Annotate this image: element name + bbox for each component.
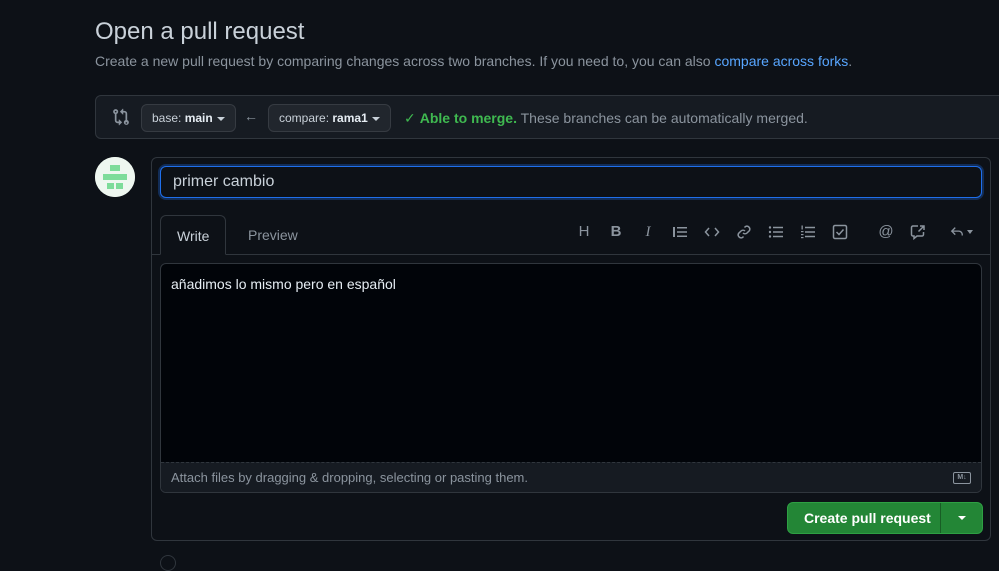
page-title: Open a pull request [95,18,305,45]
chevron-down-icon [371,116,380,121]
subtitle-text: Create a new pull request by comparing c… [95,53,715,69]
create-pull-request-label: Create pull request [804,510,931,526]
cross-reference-icon[interactable] [908,222,928,242]
chevron-down-icon [966,230,973,235]
compare-forks-link[interactable]: compare across forks [714,53,848,69]
code-icon[interactable] [702,222,722,242]
merge-ok-text: Able to merge. [419,110,517,126]
chevron-down-icon[interactable] [958,516,966,520]
timeline-icon [160,555,176,571]
reply-icon[interactable] [946,222,976,242]
italic-icon[interactable]: I [638,222,658,242]
compare-label: compare: [279,111,330,125]
chevron-down-icon [216,116,225,121]
merge-status: ✓ Able to merge. These branches can be au… [404,110,808,127]
task-list-icon[interactable] [830,222,850,242]
quote-icon[interactable] [670,222,690,242]
link-icon[interactable] [734,222,754,242]
avatar[interactable] [95,157,135,197]
ordered-list-icon[interactable] [798,222,818,242]
compare-branch-select[interactable]: compare: rama1 [268,104,391,132]
branch-range-bar: base: main ← compare: rama1 ✓ Able to mer… [95,95,999,139]
compare-branch-name: rama1 [332,111,368,125]
tab-write[interactable]: Write [160,215,227,255]
base-label: base: [152,111,182,125]
pull-request-form: Write Preview H B I @ añadimos [151,157,991,541]
comment-body-textarea[interactable]: añadimos lo mismo pero en español Attach… [160,263,982,493]
attach-files-text: Attach files by dragging & dropping, sel… [171,470,528,485]
base-branch-name: main [184,111,213,125]
heading-icon[interactable]: H [574,222,594,242]
identicon-icon [95,157,135,197]
create-pull-request-button[interactable]: Create pull request [787,502,983,534]
markdown-icon: M↓ [953,472,971,484]
page-subtitle: Create a new pull request by comparing c… [95,53,852,69]
subtitle-end: . [848,53,853,69]
arrow-left-icon: ← [244,108,258,124]
title-input[interactable] [160,166,982,198]
check-icon: ✓ [404,110,416,126]
base-branch-select[interactable]: base: main [141,104,236,132]
unordered-list-icon[interactable] [766,222,786,242]
file-attachment-bar[interactable]: Attach files by dragging & dropping, sel… [161,462,981,492]
button-divider [940,503,941,533]
mention-icon[interactable]: @ [876,222,896,242]
git-compare-icon [113,108,129,126]
merge-description: These branches can be automatically merg… [516,110,808,126]
bold-icon[interactable]: B [606,222,626,242]
comment-body-text: añadimos lo mismo pero en español [171,276,396,292]
tab-preview[interactable]: Preview [232,215,314,255]
